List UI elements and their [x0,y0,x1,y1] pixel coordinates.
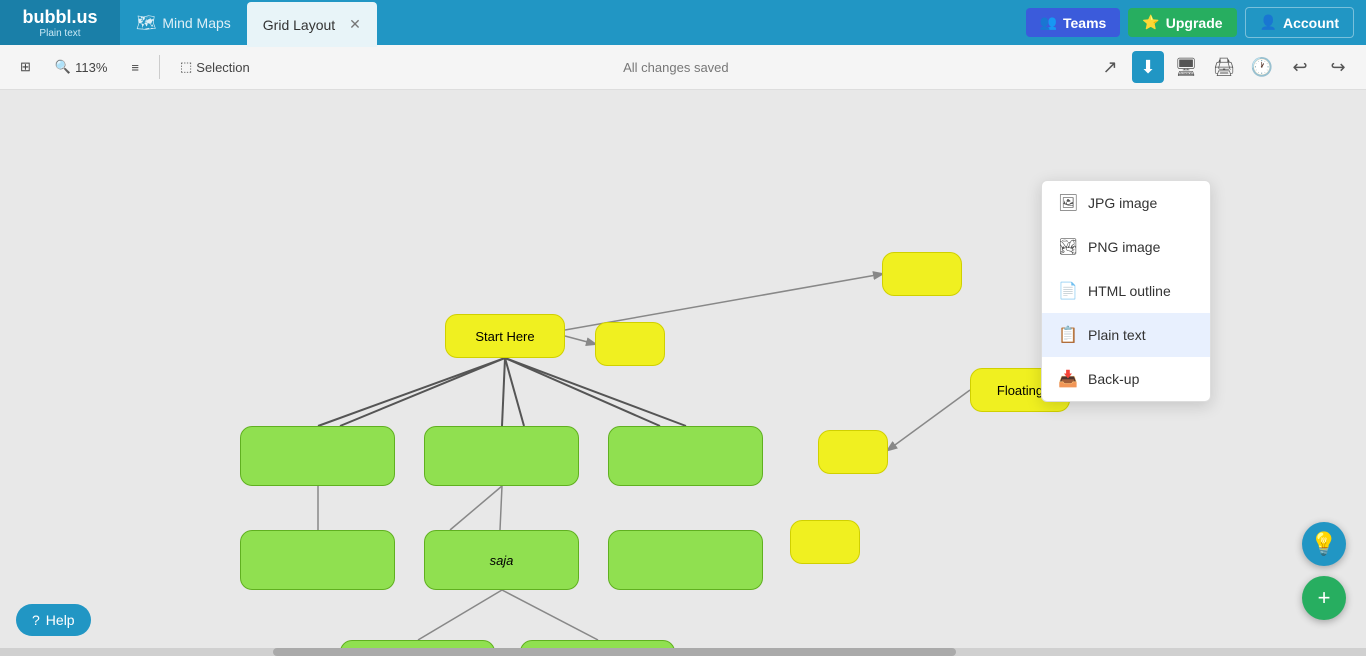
node-g6[interactable] [608,530,763,590]
lightbulb-icon: 💡 [1310,531,1337,557]
lightbulb-button[interactable]: 💡 [1302,522,1346,566]
menu-item-backup-label: Back-up [1088,371,1139,387]
print-icon: 🖨 [1213,57,1236,78]
nav-right: 👥 Teams ⭐ Upgrade 👤 Account [1026,7,1366,38]
redo-button[interactable]: ↪ [1322,51,1354,83]
node-g4[interactable] [240,530,395,590]
add-icon: + [1318,585,1331,611]
undo-button[interactable]: ↩ [1284,51,1316,83]
monitor-icon: 🖥 [1175,57,1198,78]
zoom-control[interactable]: 🔍 113% [47,55,115,79]
node-n3[interactable] [818,430,888,474]
node-g2[interactable] [424,426,579,486]
save-status: All changes saved [266,60,1086,75]
canvas-area[interactable]: Start HereFloatingsaja 🖼 JPG image 🏞 PNG… [0,90,1366,656]
menu-item-png-label: PNG image [1088,239,1160,255]
selection-icon: ⬚ [180,59,192,75]
node-g5[interactable]: saja [424,530,579,590]
menu-item-png[interactable]: 🏞 PNG image [1042,225,1210,269]
download-button[interactable]: ⬇ [1132,51,1164,83]
tab-mindmaps[interactable]: 🗺 Mind Maps [120,0,247,45]
backup-icon: 📥 [1058,369,1078,389]
png-icon: 🏞 [1058,237,1078,257]
menu-icon: ≡ [131,60,139,75]
toolbar-divider [159,55,160,79]
account-button[interactable]: 👤 Account [1245,7,1354,38]
teams-icon: 👥 [1040,14,1057,31]
share-icon: ↗ [1102,57,1117,78]
plaintext-icon: 📋 [1058,325,1078,345]
account-label: Account [1283,15,1339,31]
history-button[interactable]: 🕐 [1246,51,1278,83]
selection-label: Selection [196,60,249,75]
account-icon: 👤 [1260,14,1277,31]
fit-screen-button[interactable]: ⊞ [12,55,39,79]
add-button[interactable]: + [1302,576,1346,620]
tab-gridlayout-label: Grid Layout [263,17,335,33]
upgrade-icon: ⭐ [1142,14,1159,31]
menu-button[interactable]: ≡ [123,56,147,79]
help-icon: ? [32,612,40,628]
node-n4[interactable] [790,520,860,564]
scrollbar-bottom[interactable] [0,648,1366,656]
toolbar: ⊞ 🔍 113% ≡ ⬚ Selection All changes saved… [0,45,1366,90]
logo-area[interactable]: bubbl.us Plain text [0,0,120,45]
tab-mindmaps-label: Mind Maps [162,15,230,31]
menu-item-jpg[interactable]: 🖼 JPG image [1042,181,1210,225]
logo: bubbl.us [23,7,98,28]
undo-icon: ↩ [1292,57,1307,78]
share-button[interactable]: ↗ [1094,51,1126,83]
fit-screen-icon: ⊞ [20,59,31,75]
upgrade-button[interactable]: ⭐ Upgrade [1128,8,1236,37]
menu-item-jpg-label: JPG image [1088,195,1157,211]
history-icon: 🕐 [1251,57,1273,78]
logo-subtitle: Plain text [39,28,80,39]
mindmaps-tab-icon: 🗺 [136,13,156,33]
close-tab-icon[interactable]: ✕ [349,16,361,33]
scrollbar-thumb[interactable] [273,648,956,656]
menu-item-plaintext-label: Plain text [1088,327,1146,343]
teams-button[interactable]: 👥 Teams [1026,8,1121,37]
menu-item-html-label: HTML outline [1088,283,1171,299]
top-nav: bubbl.us Plain text 🗺 Mind Maps Grid Lay… [0,0,1366,45]
html-icon: 📄 [1058,281,1078,301]
node-start[interactable]: Start Here [445,314,565,358]
upgrade-label: Upgrade [1166,15,1223,31]
menu-item-backup[interactable]: 📥 Back-up [1042,357,1210,401]
present-button[interactable]: 🖥 [1170,51,1202,83]
teams-label: Teams [1063,15,1106,31]
jpg-icon: 🖼 [1058,193,1078,213]
zoom-label: 113% [75,60,107,75]
toolbar-right: ↗ ⬇ 🖥 🖨 🕐 ↩ ↪ [1094,51,1354,83]
tab-gridlayout[interactable]: Grid Layout ✕ [247,2,377,47]
redo-icon: ↪ [1330,57,1345,78]
print-button[interactable]: 🖨 [1208,51,1240,83]
selection-button[interactable]: ⬚ Selection [172,55,258,79]
help-label: Help [46,612,75,628]
node-g1[interactable] [240,426,395,486]
node-n2[interactable] [882,252,962,296]
menu-item-html[interactable]: 📄 HTML outline [1042,269,1210,313]
help-button[interactable]: ? Help [16,604,91,636]
node-g3[interactable] [608,426,763,486]
menu-item-plaintext[interactable]: 📋 Plain text [1042,313,1210,357]
download-icon: ⬇ [1140,57,1155,78]
node-n1[interactable] [595,322,665,366]
dropdown-menu: 🖼 JPG image 🏞 PNG image 📄 HTML outline 📋… [1041,180,1211,402]
zoom-icon: 🔍 [55,59,71,75]
